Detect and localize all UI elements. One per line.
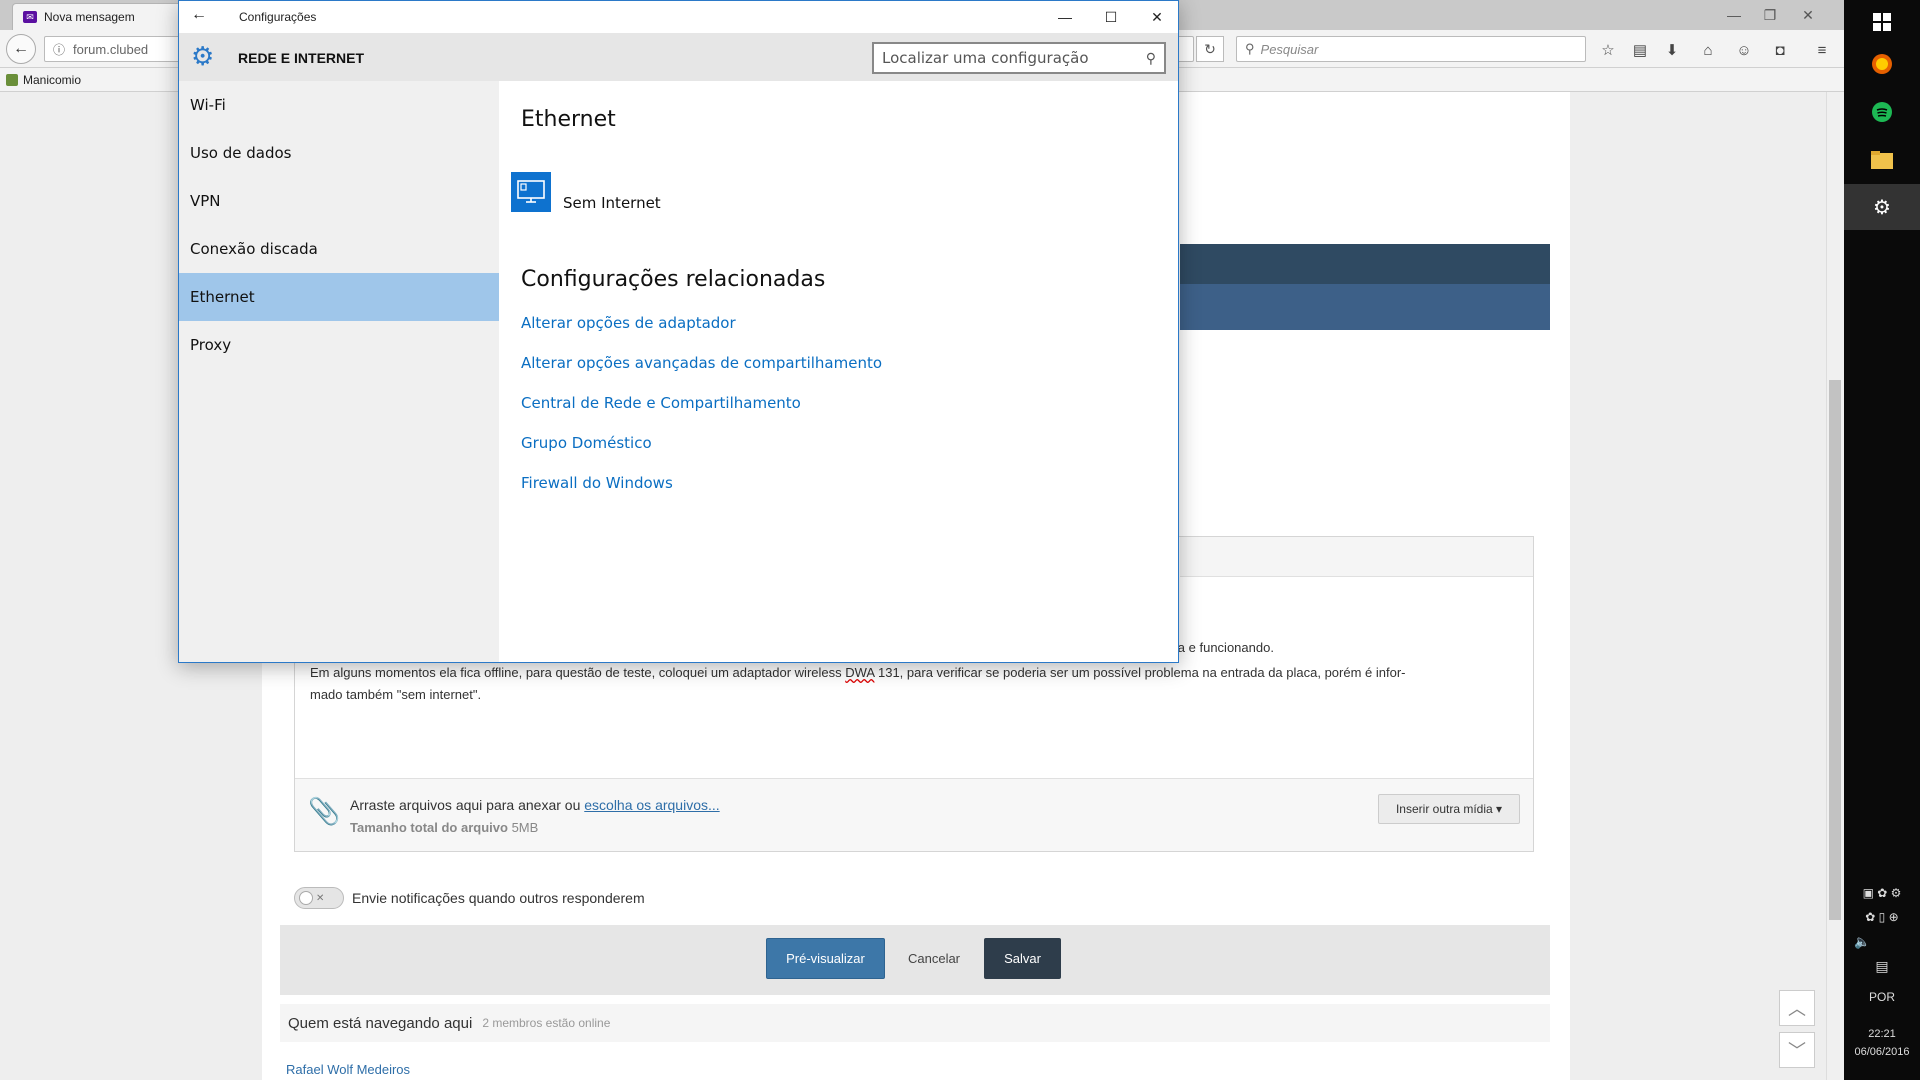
tray-icons[interactable]: ▣ ✿ ⚙ [1844, 886, 1920, 900]
related-settings-title: Configurações relacionadas [521, 267, 826, 292]
bookmark-favicon-icon [6, 73, 18, 86]
attach-size: Tamanho total do arquivo 5MB [350, 820, 538, 835]
link-adapter-options[interactable]: Alterar opções de adaptador [521, 314, 736, 332]
bookmark-star-icon[interactable]: ☆ [1596, 38, 1620, 62]
back-arrow-icon[interactable]: ← [6, 34, 36, 64]
scroll-bottom-icon[interactable]: ﹀ [1779, 1032, 1815, 1068]
home-icon[interactable]: ⌂ [1696, 38, 1720, 62]
online-title: Quem está navegando aqui [288, 1014, 473, 1032]
toggle-knob [299, 891, 313, 905]
link-windows-firewall[interactable]: Firewall do Windows [521, 474, 673, 492]
settings-search-input[interactable]: Localizar uma configuração ⚲ [872, 42, 1166, 74]
post-text-part: Em alguns momentos ela fica offline, par… [310, 665, 846, 680]
clock-date[interactable]: 06/06/2016 [1844, 1046, 1920, 1058]
settings-header: ⚙ REDE E INTERNET Localizar uma configur… [179, 33, 1178, 81]
paperclip-icon: 📎 [308, 796, 341, 826]
post-text[interactable]: Em alguns momentos ela fica offline, par… [310, 662, 1520, 706]
scrollbar-thumb[interactable] [1829, 380, 1841, 920]
tab-title: Nova mensagem [44, 10, 135, 24]
settings-window-title: Configurações [239, 10, 317, 24]
search-icon: ⚲ [1145, 49, 1156, 66]
editor-toolbar [1180, 537, 1533, 577]
browser-tab[interactable]: ✉ Nova mensagem [12, 3, 188, 30]
attachment-area [295, 778, 1533, 851]
minimize-icon[interactable]: — [1716, 0, 1752, 30]
link-advanced-sharing[interactable]: Alterar opções avançadas de compartilham… [521, 354, 882, 372]
online-count: 2 membros estão online [482, 1016, 611, 1030]
settings-search-placeholder: Localizar uma configuração [882, 49, 1089, 67]
maximize-icon[interactable]: ☐ [1088, 1, 1134, 33]
nav-item-vpn[interactable]: VPN [179, 177, 499, 225]
windows-start-icon[interactable] [1864, 4, 1900, 40]
attach-instructions: Arraste arquivos aqui para anexar ou esc… [350, 797, 720, 813]
download-icon[interactable]: ⬇ [1660, 38, 1684, 62]
close-icon[interactable]: ✕ [1790, 0, 1826, 30]
ethernet-monitor-icon[interactable] [511, 172, 551, 212]
size-value: 5MB [511, 820, 539, 835]
ethernet-status[interactable]: Sem Internet [563, 194, 661, 212]
browser-search-input[interactable]: ⚲ Pesquisar [1236, 36, 1586, 62]
link-network-center[interactable]: Central de Rede e Compartilhamento [521, 394, 801, 412]
nav-item-wifi[interactable]: Wi-Fi [179, 81, 499, 129]
reload-icon[interactable]: ↻ [1196, 36, 1224, 62]
menu-icon[interactable]: ≡ [1810, 38, 1834, 62]
file-explorer-icon[interactable] [1864, 142, 1900, 178]
nav-item-dial-up[interactable]: Conexão discada [179, 225, 499, 273]
notify-label: Envie notificações quando outros respond… [352, 890, 645, 906]
language-indicator[interactable]: POR [1844, 990, 1920, 1004]
settings-nav: Wi-Fi Uso de dados VPN Conexão discada E… [179, 81, 499, 662]
url-text: forum.clubed [73, 41, 149, 57]
reading-list-icon[interactable]: ▤ [1628, 38, 1652, 62]
post-text-part: mado também "sem internet". [310, 687, 482, 702]
back-arrow-icon[interactable]: ← [191, 6, 207, 24]
spotify-icon[interactable] [1864, 94, 1900, 130]
close-icon[interactable]: ✕ [1134, 1, 1180, 33]
save-button[interactable]: Salvar [984, 938, 1061, 979]
settings-category-title: REDE E INTERNET [238, 50, 365, 66]
size-label: Tamanho total do arquivo [350, 820, 508, 835]
attach-text: Arraste arquivos aqui para anexar ou [350, 797, 585, 813]
post-text-part: 131, para verificar se poderia ser um po… [874, 665, 1406, 680]
gear-icon: ⚙ [191, 41, 215, 71]
chat-icon[interactable]: ☺ [1732, 38, 1756, 62]
notifications-icon[interactable]: ▤ [1844, 958, 1920, 975]
pocket-icon[interactable]: ◘ [1768, 38, 1792, 62]
clock-time[interactable]: 22:21 [1844, 1028, 1920, 1040]
online-users-bar: Quem está navegando aqui 2 membros estão… [280, 1004, 1550, 1042]
toggle-off-icon: ✕ [316, 892, 325, 904]
misspelled-word: DWA [845, 665, 875, 680]
settings-main: Ethernet Sem Internet Configurações rela… [499, 81, 1178, 662]
restore-icon[interactable]: ❐ [1752, 0, 1788, 30]
settings-titlebar: ← Configurações — ☐ ✕ [179, 1, 1178, 33]
settings-gear-icon[interactable]: ⚙ [1864, 189, 1900, 225]
forum-subheader-band [1180, 284, 1550, 330]
section-title: Ethernet [521, 107, 616, 132]
nav-item-ethernet[interactable]: Ethernet [179, 273, 499, 321]
settings-window: ← Configurações — ☐ ✕ ⚙ REDE E INTERNET … [178, 0, 1179, 663]
scroll-top-icon[interactable]: ︿ [1779, 990, 1815, 1026]
firefox-icon[interactable] [1864, 46, 1900, 82]
link-homegroup[interactable]: Grupo Doméstico [521, 434, 652, 452]
info-icon: ⓘ [53, 42, 66, 57]
nav-item-proxy[interactable]: Proxy [179, 321, 499, 369]
search-icon: ⚲ [1245, 41, 1255, 56]
tray-icons-row2[interactable]: ✿ ▯ ⊕ [1844, 910, 1920, 924]
choose-files-link[interactable]: escolha os arquivos... [584, 797, 719, 813]
insert-media-button[interactable]: Inserir outra mídia ▾ [1378, 794, 1520, 824]
mail-icon: ✉ [23, 11, 37, 23]
forum-header-band [1180, 244, 1550, 284]
bookmark-item[interactable]: Manicomio [23, 73, 81, 87]
minimize-icon[interactable]: — [1042, 1, 1088, 33]
preview-button[interactable]: Pré-visualizar [766, 938, 885, 979]
search-placeholder: Pesquisar [1260, 41, 1319, 57]
nav-item-data-usage[interactable]: Uso de dados [179, 129, 499, 177]
cancel-button[interactable]: Cancelar [898, 938, 970, 979]
online-user-link[interactable]: Rafael Wolf Medeiros [286, 1062, 410, 1077]
volume-icon[interactable]: 🔈 [1844, 934, 1920, 950]
notify-toggle[interactable]: ✕ [294, 887, 344, 909]
